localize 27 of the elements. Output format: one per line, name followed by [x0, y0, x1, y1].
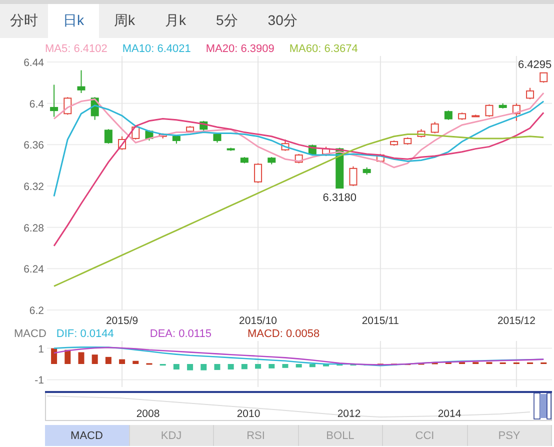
macd-legend-label: MACD	[14, 328, 46, 341]
axis-label: 6.36	[24, 140, 44, 152]
macd-legend-label: DIF: 0.0144	[56, 328, 114, 341]
macd-legend-label: MACD: 0.0058	[247, 328, 320, 341]
ma-legend-label: MA20: 6.3909	[206, 43, 274, 56]
year-label: 2014	[438, 408, 462, 420]
axis-label: 2015/12	[497, 315, 536, 327]
axis-label: 2015/9	[106, 315, 138, 327]
axis-label: 6.44	[24, 57, 44, 69]
axis-label: 6.24	[24, 264, 44, 276]
axis-label: 6.2	[29, 305, 44, 317]
price-label: 6.4295	[518, 58, 552, 71]
axis-label: 6.4	[29, 98, 44, 110]
axis-label: 2015/11	[362, 315, 400, 327]
axis-label: 2015/10	[239, 315, 278, 327]
price-label: 6.3180	[322, 192, 356, 204]
axis-label: 6.28	[24, 222, 44, 234]
ma-legend-label: MA10: 6.4021	[122, 43, 191, 56]
year-label: 2012	[337, 408, 361, 420]
axis-label: 1	[38, 343, 44, 356]
ma-legend-label: MA5: 6.4102	[45, 43, 108, 56]
macd-legend-label: DEA: 0.0115	[150, 328, 212, 341]
year-label: 2010	[236, 408, 260, 420]
ma-legend-label: MA60: 6.3674	[289, 43, 358, 56]
axis-label: 6.32	[24, 181, 44, 193]
year-label: 2008	[136, 408, 160, 420]
axis-label: -1	[34, 374, 44, 387]
